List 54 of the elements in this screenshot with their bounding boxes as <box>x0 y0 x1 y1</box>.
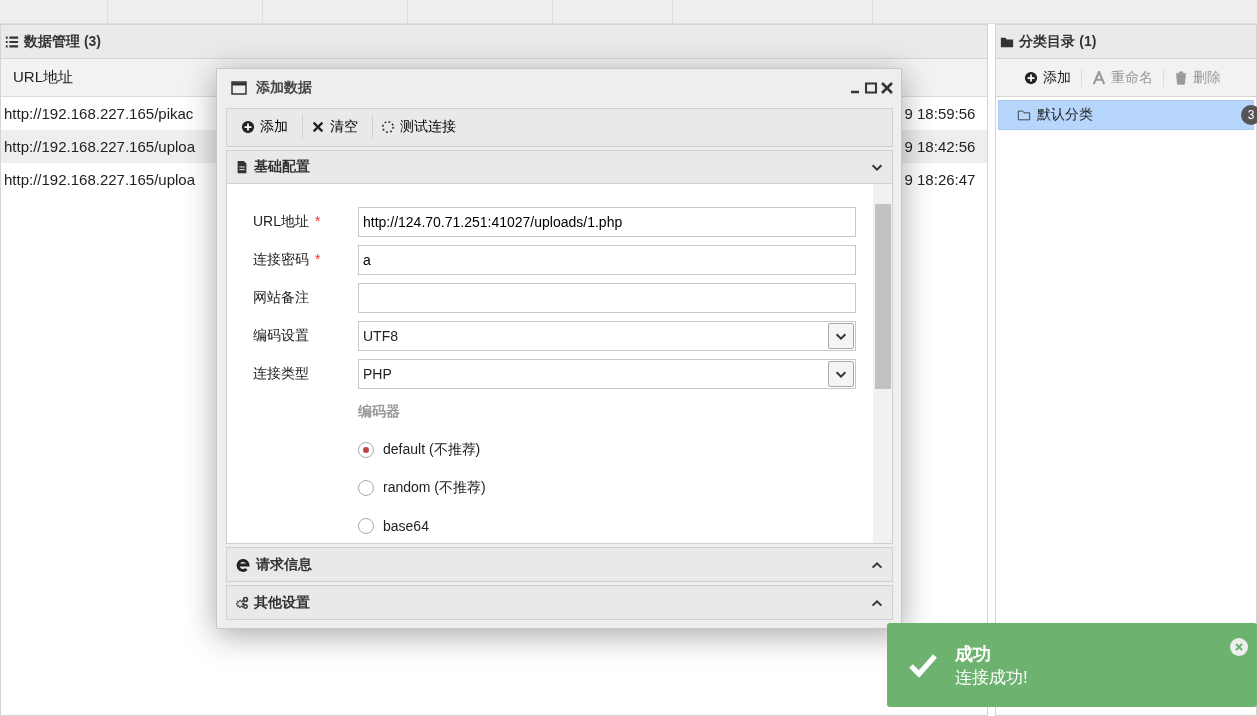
category-item[interactable]: 默认分类 3 <box>998 100 1254 130</box>
window-icon <box>231 80 247 97</box>
dialog-title: 添加数据 <box>256 79 312 98</box>
table-cell-text: http://192.168.227.165/pikac <box>3 105 195 122</box>
count-badge: 3 <box>1241 105 1257 125</box>
toast-title: 成功 <box>955 642 992 666</box>
radio-option[interactable]: default (不推荐) <box>358 435 856 466</box>
radio-option[interactable]: random (不推荐) <box>358 473 856 504</box>
close-icon[interactable] <box>881 82 893 95</box>
toolbar-button[interactable]: 清空 <box>307 115 373 140</box>
input-field[interactable]: a <box>358 245 856 276</box>
trash-icon <box>1174 70 1189 85</box>
input-field[interactable]: http://124.70.71.251:41027/uploads/1.php <box>358 207 856 238</box>
toast-message: 连接成功! <box>955 666 1028 689</box>
toolbar-button[interactable]: 测试连接 <box>377 115 470 140</box>
column-header[interactable]: URL地址 <box>13 68 73 87</box>
table-cell-text: 9 18:26:47 <box>903 171 977 188</box>
dropdown-field[interactable]: PHP <box>358 359 856 390</box>
section-title: 基础配置 <box>254 158 310 176</box>
field-label: 编码设置 <box>253 327 310 346</box>
section-header[interactable]: 基础配置 <box>226 149 893 185</box>
spinner-icon <box>381 120 395 135</box>
toolbar-button[interactable]: 添加 <box>1014 68 1083 87</box>
scrollbar-thumb[interactable] <box>874 204 891 390</box>
panel-title: 分类目录 (1) <box>1019 32 1097 51</box>
table-cell-text: http://192.168.227.165/uploa <box>3 171 196 188</box>
letter-a-icon <box>1092 70 1107 85</box>
folder-icon <box>1017 108 1032 122</box>
close-icon <box>311 120 325 135</box>
document-icon <box>235 160 249 174</box>
dropdown-field[interactable]: UTF8 <box>358 321 856 352</box>
field-label: 网站备注 <box>253 289 310 308</box>
field-label: 连接密码 * <box>253 251 322 270</box>
section-header[interactable]: 其他设置 <box>226 585 893 620</box>
category-label: 默认分类 <box>1037 106 1094 124</box>
plus-circle-icon <box>1024 70 1039 85</box>
field-label: 连接类型 <box>253 365 310 384</box>
section-title: 请求信息 <box>256 555 312 574</box>
radio-option[interactable]: base64 <box>358 511 856 542</box>
table-cell-text: 9 18:59:56 <box>903 105 977 122</box>
list-icon <box>5 34 19 49</box>
plus-circle-icon <box>241 120 255 135</box>
section-title: 其他设置 <box>254 593 310 612</box>
table-cell-text: http://192.168.227.165/uploa <box>3 138 196 155</box>
input-field[interactable] <box>358 283 856 314</box>
table-cell-text: 9 18:42:56 <box>903 138 977 155</box>
maximize-icon[interactable] <box>865 82 877 95</box>
toolbar-button[interactable]: 添加 <box>237 115 303 140</box>
gears-icon <box>235 595 249 610</box>
e-letter-icon <box>235 556 251 573</box>
encoder-label: 编码器 <box>358 403 401 422</box>
field-label: URL地址 * <box>253 213 322 232</box>
panel-title: 数据管理 (3) <box>24 32 101 51</box>
section-header[interactable]: 请求信息 <box>226 547 893 583</box>
